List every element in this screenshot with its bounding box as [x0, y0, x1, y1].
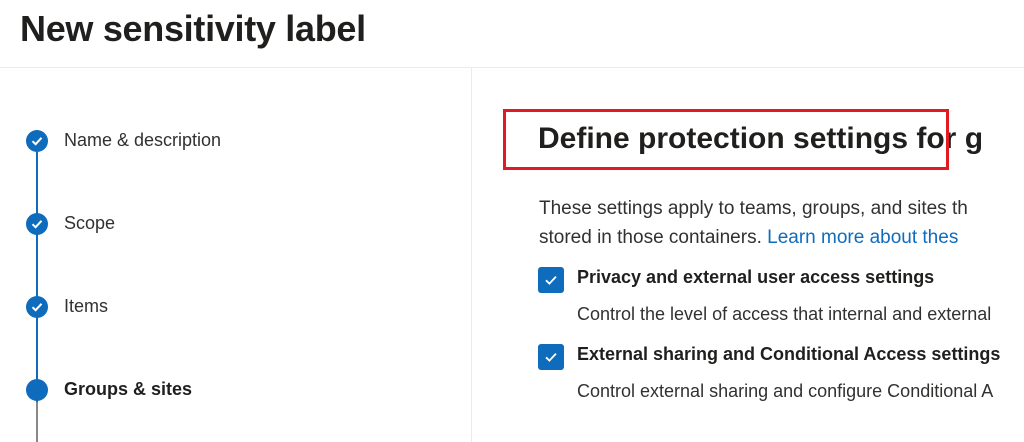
step-completed-check-icon	[26, 130, 48, 152]
privacy-settings-description: Control the level of access that interna…	[577, 304, 992, 324]
page-header: New sensitivity label	[0, 0, 1024, 68]
step-groups-sites: Groups & sites	[64, 379, 193, 399]
wizard-steps: Name & description Scope Items Groups & …	[0, 68, 472, 442]
step-current-dot-icon	[26, 379, 48, 401]
learn-more-link[interactable]: Learn more about thes	[767, 227, 958, 248]
description-line-2: stored in those containers. Learn more a…	[539, 223, 968, 252]
page-title: New sensitivity label	[20, 8, 366, 49]
external-sharing-checkbox[interactable]	[538, 344, 564, 370]
section-description: These settings apply to teams, groups, a…	[539, 194, 968, 252]
external-sharing-description: Control external sharing and configure C…	[577, 381, 994, 401]
privacy-settings-checkbox[interactable]	[538, 267, 564, 293]
step-completed-check-icon	[26, 296, 48, 318]
checkmark-icon	[545, 275, 557, 285]
highlight-box	[503, 109, 949, 170]
step-items[interactable]: Items	[64, 296, 108, 317]
step-connector-line-pending	[36, 402, 38, 442]
privacy-settings-title: Privacy and external user access setting…	[577, 267, 935, 287]
step-scope[interactable]: Scope	[64, 213, 115, 234]
description-line-2-text: stored in those containers.	[539, 227, 768, 248]
description-line-1: These settings apply to teams, groups, a…	[539, 198, 968, 219]
main-content: Define protection settings for g These s…	[472, 68, 1024, 442]
checkmark-icon	[545, 352, 557, 362]
step-completed-check-icon	[26, 213, 48, 235]
external-sharing-title: External sharing and Conditional Access …	[577, 344, 1001, 364]
step-name-description[interactable]: Name & description	[64, 130, 221, 151]
